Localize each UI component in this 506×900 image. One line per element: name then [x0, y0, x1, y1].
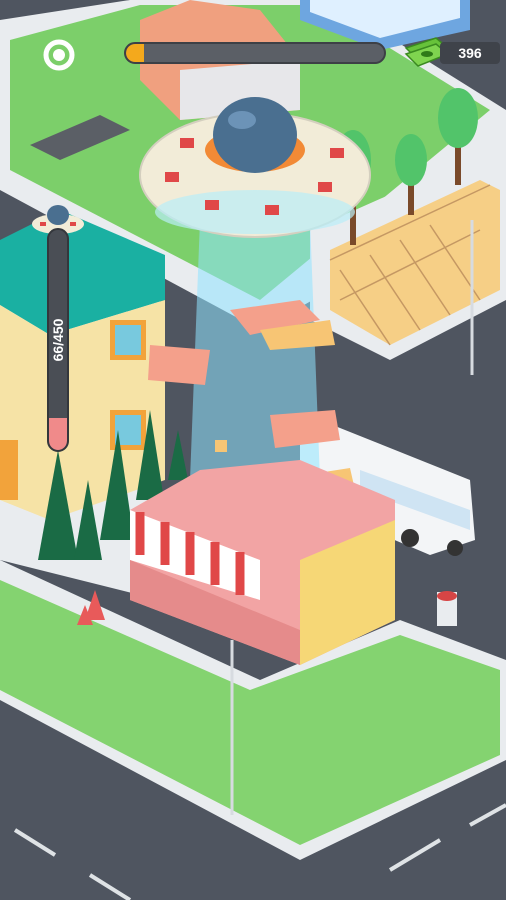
capacity-fill — [49, 417, 67, 450]
gear-icon[interactable] — [42, 38, 76, 72]
money-counter: 396 — [440, 42, 500, 64]
game-scene[interactable] — [0, 0, 506, 900]
capacity-label: 66/450 — [50, 318, 66, 362]
level-progress-fill — [126, 44, 145, 62]
level-progress-bar — [124, 42, 386, 64]
